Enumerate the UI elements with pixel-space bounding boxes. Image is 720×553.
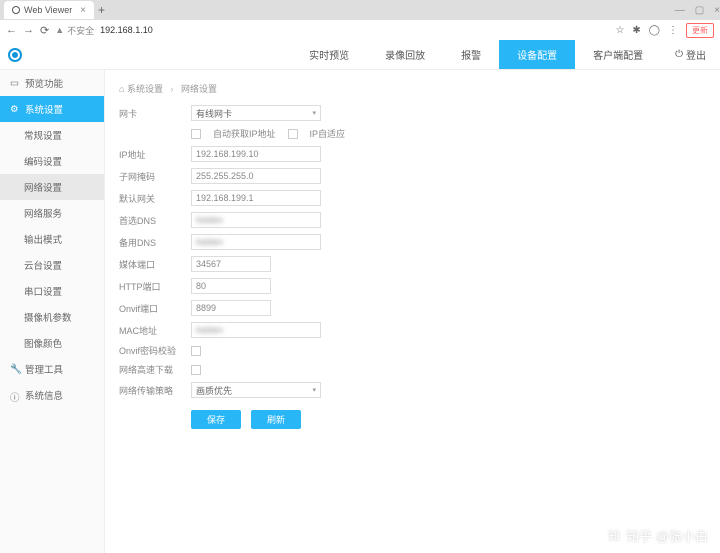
- nav-preview[interactable]: 实时预览: [291, 40, 367, 69]
- nav-client-config[interactable]: 客户端配置: [575, 40, 661, 69]
- sidebar: ▭ 预览功能 ⚙ 系统设置 常规设置 编码设置 网络设置 网络服务 输出模式 云…: [0, 70, 105, 553]
- power-icon: ⏻: [675, 49, 683, 60]
- dns1-input[interactable]: hidden: [191, 212, 321, 228]
- info-icon: ⓘ: [10, 390, 20, 400]
- save-button[interactable]: 保存: [191, 410, 241, 429]
- mac-input[interactable]: hidden: [191, 322, 321, 338]
- maximize-icon[interactable]: ▢: [695, 5, 704, 16]
- crumb-icon: ⌂: [119, 84, 124, 94]
- logout-link[interactable]: ⏻ 登出: [661, 40, 720, 69]
- sidebar-item-output[interactable]: 输出模式: [0, 226, 104, 252]
- zhihu-icon: 知: [608, 527, 620, 544]
- ip-input[interactable]: 192.168.199.10: [191, 146, 321, 162]
- wrench-icon: 🔧: [10, 364, 20, 374]
- sidebar-item-system[interactable]: ⚙ 系统设置: [0, 96, 104, 122]
- favicon-icon: [12, 6, 20, 14]
- sidebar-item-preview[interactable]: ▭ 预览功能: [0, 70, 104, 96]
- nav-alarm[interactable]: 报警: [443, 40, 499, 69]
- app-logo[interactable]: [0, 40, 30, 69]
- sidebar-item-general[interactable]: 常规设置: [0, 122, 104, 148]
- browser-chrome: Web Viewer × + — ▢ × ← → ⟳ ▲ 不安全 192.168…: [0, 0, 720, 40]
- tab-title: Web Viewer: [24, 5, 72, 15]
- content: ⌂ 系统设置 › 网络设置 网卡 有线网卡 ▾ 自动获取IP地址 IP自适应 I…: [105, 70, 720, 553]
- chevron-right-icon: ›: [170, 84, 173, 94]
- watermark: 知 知乎 @张小白: [608, 526, 708, 545]
- sidebar-item-ptz[interactable]: 云台设置: [0, 252, 104, 278]
- nic-select[interactable]: 有线网卡 ▾: [191, 105, 321, 121]
- onvif-auth-checkbox[interactable]: [191, 346, 201, 356]
- nav-device-config[interactable]: 设备配置: [499, 40, 575, 69]
- sidebar-item-color[interactable]: 图像颜色: [0, 330, 104, 356]
- minimize-icon[interactable]: —: [675, 5, 685, 16]
- sidebar-item-encode[interactable]: 编码设置: [0, 148, 104, 174]
- monitor-icon: ▭: [10, 78, 20, 88]
- nav-playback[interactable]: 录像回放: [367, 40, 443, 69]
- gateway-input[interactable]: 192.168.199.1: [191, 190, 321, 206]
- back-icon[interactable]: ←: [6, 24, 17, 37]
- url-text[interactable]: 192.168.1.10: [100, 25, 609, 35]
- breadcrumb: ⌂ 系统设置 › 网络设置: [119, 78, 706, 105]
- onvif-port-input[interactable]: 8899: [191, 300, 271, 316]
- tab-bar: Web Viewer × + — ▢ ×: [0, 0, 720, 20]
- logo-icon: [8, 48, 22, 62]
- strategy-select[interactable]: 画质优先 ▾: [191, 382, 321, 398]
- sidebar-item-network[interactable]: 网络设置: [0, 174, 104, 200]
- sidebar-item-tools[interactable]: 🔧 管理工具: [0, 356, 104, 382]
- nic-label: 网卡: [119, 107, 191, 120]
- refresh-button[interactable]: 刷新: [251, 410, 301, 429]
- mask-input[interactable]: 255.255.255.0: [191, 168, 321, 184]
- chevron-down-icon: ▾: [312, 386, 316, 394]
- reload-icon[interactable]: ⟳: [40, 24, 49, 37]
- sidebar-item-serial[interactable]: 串口设置: [0, 278, 104, 304]
- forward-icon[interactable]: →: [23, 24, 34, 37]
- update-button[interactable]: 更新: [686, 23, 714, 38]
- dns2-input[interactable]: hidden: [191, 234, 321, 250]
- hs-download-checkbox[interactable]: [191, 365, 201, 375]
- close-icon[interactable]: ×: [80, 5, 86, 16]
- ip-adaptive-checkbox[interactable]: [288, 129, 298, 139]
- warning-icon: ▲: [55, 25, 64, 35]
- close-window-icon[interactable]: ×: [714, 5, 720, 16]
- top-nav: 实时预览 录像回放 报警 设备配置 客户端配置 ⏻ 登出: [0, 40, 720, 70]
- sidebar-item-camera[interactable]: 摄像机参数: [0, 304, 104, 330]
- address-bar: ← → ⟳ ▲ 不安全 192.168.1.10 ☆ ✱ ◯ ⋮ 更新: [0, 20, 720, 40]
- user-icon[interactable]: ◯: [649, 25, 660, 36]
- extension-icon[interactable]: ✱: [632, 25, 640, 36]
- media-port-input[interactable]: 34567: [191, 256, 271, 272]
- sidebar-item-info[interactable]: ⓘ 系统信息: [0, 382, 104, 408]
- sidebar-item-netservice[interactable]: 网络服务: [0, 200, 104, 226]
- menu-icon[interactable]: ⋮: [668, 25, 678, 36]
- browser-tab[interactable]: Web Viewer ×: [4, 1, 94, 19]
- gear-icon: ⚙: [10, 104, 20, 114]
- chevron-down-icon: ▾: [312, 109, 316, 117]
- new-tab-button[interactable]: +: [98, 3, 105, 17]
- ip-adaptive-label: IP自适应: [310, 127, 346, 140]
- http-port-input[interactable]: 80: [191, 278, 271, 294]
- star-icon[interactable]: ☆: [615, 25, 624, 36]
- insecure-badge[interactable]: ▲ 不安全: [55, 24, 94, 37]
- auto-ip-checkbox[interactable]: [191, 129, 201, 139]
- auto-ip-label: 自动获取IP地址: [213, 127, 276, 140]
